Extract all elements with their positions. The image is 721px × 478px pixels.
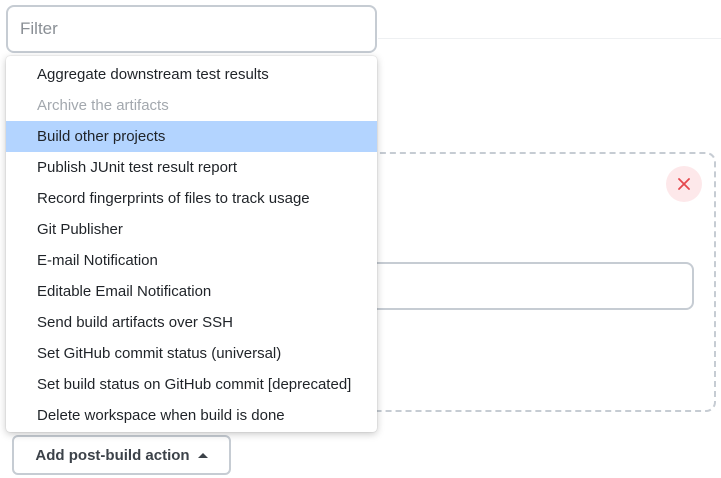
menu-item-aggregate-downstream[interactable]: Aggregate downstream test results — [6, 59, 377, 90]
add-post-build-action-label: Add post-build action — [35, 446, 190, 464]
add-post-build-action-button[interactable]: Add post-build action — [12, 435, 231, 475]
menu-item-build-other-projects[interactable]: Build other projects — [6, 121, 377, 152]
menu-item-git-publisher[interactable]: Git Publisher — [6, 214, 377, 245]
menu-item-github-build-status[interactable]: Set build status on GitHub commit [depre… — [6, 369, 377, 400]
menu-item-editable-email[interactable]: Editable Email Notification — [6, 276, 377, 307]
menu-item-github-commit-status[interactable]: Set GitHub commit status (universal) — [6, 338, 377, 369]
step-config-field[interactable] — [340, 262, 694, 310]
close-icon — [678, 178, 690, 190]
remove-step-button[interactable] — [666, 166, 702, 202]
menu-item-record-fingerprints[interactable]: Record fingerprints of files to track us… — [6, 183, 377, 214]
caret-up-icon — [197, 452, 208, 458]
menu-item-archive-artifacts: Archive the artifacts — [37, 97, 169, 114]
post-build-action-menu: Aggregate downstream test results Archiv… — [6, 56, 377, 432]
menu-item-send-artifacts-ssh[interactable]: Send build artifacts over SSH — [6, 307, 377, 338]
filter-input[interactable] — [6, 5, 377, 53]
menu-item-email-notification[interactable]: E-mail Notification — [6, 245, 377, 276]
menu-item-publish-junit[interactable]: Publish JUnit test result report — [6, 152, 377, 183]
post-build-actions-page: Aggregate downstream test results Archiv… — [0, 0, 721, 478]
divider — [378, 38, 721, 39]
menu-item-delete-workspace[interactable]: Delete workspace when build is done — [6, 400, 377, 431]
